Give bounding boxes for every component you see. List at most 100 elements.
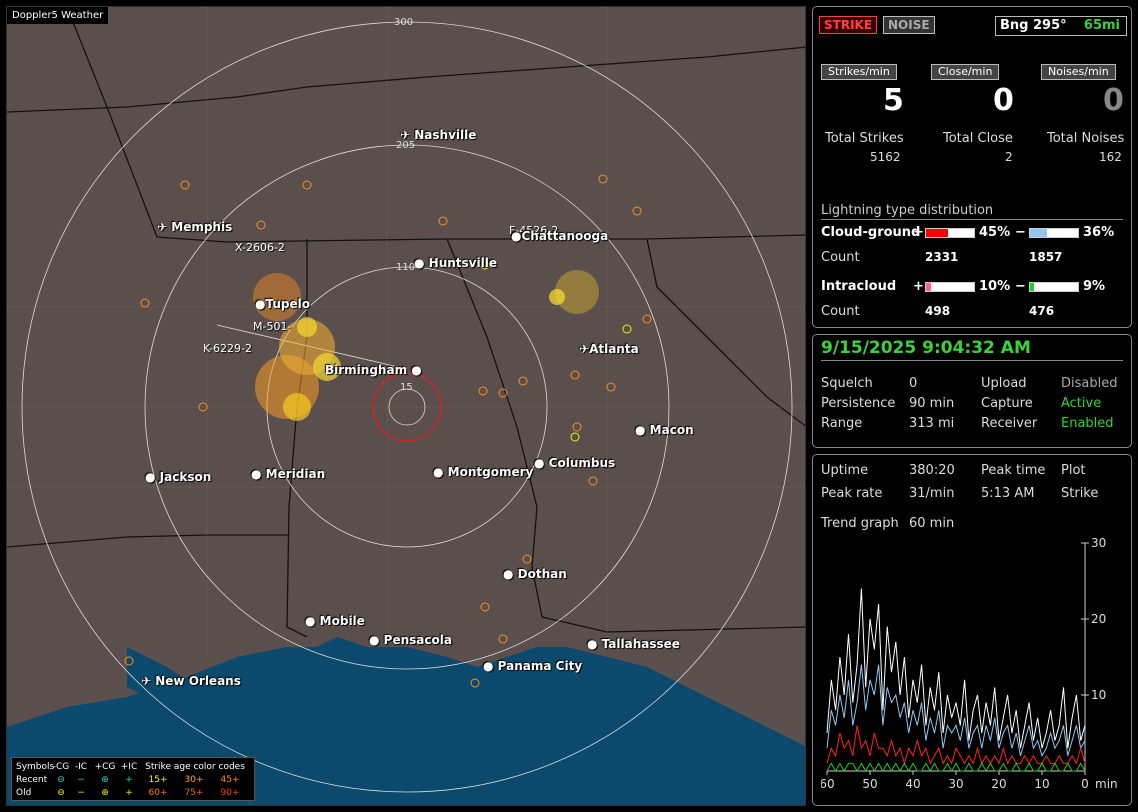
plot-value[interactable]: Strike bbox=[1061, 486, 1098, 501]
squelch-value: 0 bbox=[909, 376, 918, 391]
neg-ic-recent-icon: − bbox=[77, 774, 85, 785]
status-panel: 9/15/2025 9:04:32 AM Squelch 0 Upload Di… bbox=[812, 334, 1132, 448]
cloud-ground-label: Cloud-ground bbox=[821, 225, 921, 240]
minus-sign: − bbox=[1015, 279, 1026, 294]
strike-cluster-west bbox=[253, 273, 341, 421]
dot-icon: ● bbox=[511, 229, 522, 243]
cg-positive-count: 2331 bbox=[925, 250, 959, 264]
dot-icon: ● bbox=[251, 467, 262, 481]
app-window: Doppler5 Weather 300 205 110 15 X-2606-2… bbox=[0, 0, 1138, 812]
city-dothan: ● Dothan bbox=[503, 567, 567, 581]
persistence-value: 90 min bbox=[909, 396, 955, 411]
airport-icon: ✈ bbox=[141, 674, 152, 688]
storm-id-label: M-501- bbox=[253, 320, 292, 333]
airport-icon: ✈ bbox=[157, 220, 168, 234]
dot-icon: ● bbox=[587, 637, 598, 651]
cg-negative-fill bbox=[1030, 229, 1048, 237]
close-per-min-button[interactable]: Close/min bbox=[931, 64, 1000, 80]
legend-recent-label: Recent bbox=[16, 774, 48, 785]
dot-icon: ● bbox=[483, 659, 494, 673]
dot-icon: ● bbox=[433, 465, 444, 479]
legend-old-label: Old bbox=[16, 787, 32, 798]
capture-label: Capture bbox=[981, 396, 1033, 411]
city-meridian: ● Meridian bbox=[251, 467, 326, 481]
neg-ic-old-icon: − bbox=[77, 787, 85, 798]
radar-map[interactable]: Doppler5 Weather 300 205 110 15 X-2606-2… bbox=[6, 6, 806, 806]
ic-positive-percent: 10% bbox=[979, 279, 1011, 294]
city-atlanta: ✈Atlanta bbox=[579, 342, 639, 356]
city-pensacola: ● Pensacola bbox=[369, 633, 452, 647]
peak-time-value: 5:13 AM bbox=[981, 486, 1035, 501]
ic-positive-fill bbox=[926, 283, 931, 291]
cg-positive-fill bbox=[926, 229, 948, 237]
squelch-label: Squelch bbox=[821, 376, 873, 391]
plus-sign: + bbox=[913, 225, 924, 240]
dot-icon: ● bbox=[255, 297, 266, 311]
neg-cg-recent-icon: ⊖ bbox=[57, 774, 65, 785]
ic-negative-fill bbox=[1030, 283, 1035, 291]
upload-label: Upload bbox=[981, 376, 1027, 391]
city-tupelo: ●Tupelo bbox=[255, 297, 310, 311]
trend-graph-label: Trend graph bbox=[821, 516, 899, 531]
map-graphics bbox=[7, 7, 805, 805]
peak-rate-value: 31/min bbox=[909, 486, 955, 501]
total-close-value: 2 bbox=[1005, 150, 1013, 164]
x-tick-label: 50 bbox=[862, 777, 877, 791]
ic-count-label: Count bbox=[821, 304, 860, 319]
total-noises-value: 162 bbox=[1099, 150, 1122, 164]
dot-icon: ● bbox=[411, 363, 422, 377]
city-mobile: ● Mobile bbox=[305, 614, 365, 628]
range-value: 313 mi bbox=[909, 416, 955, 431]
dot-icon: ● bbox=[369, 633, 380, 647]
pos-cg-recent-icon: ⊕ bbox=[101, 774, 109, 785]
city-tallahassee: ● Tallahassee bbox=[587, 637, 680, 651]
app-title: Doppler5 Weather bbox=[7, 7, 109, 24]
trend-graph-value[interactable]: 60 min bbox=[909, 516, 954, 531]
intracloud-label: Intracloud bbox=[821, 279, 897, 294]
receiver-label: Receiver bbox=[981, 416, 1038, 431]
minus-sign: − bbox=[1015, 225, 1026, 240]
dot-icon: ● bbox=[145, 470, 156, 484]
divider bbox=[821, 360, 1123, 361]
legend-header-neg-cg: -CG bbox=[52, 761, 70, 772]
plot-label: Plot bbox=[1061, 463, 1086, 478]
cg-positive-percent: 45% bbox=[979, 225, 1011, 240]
y-tick-label: 20 bbox=[1091, 612, 1106, 626]
storm-id-label: K-6229-2 bbox=[203, 342, 252, 355]
legend-header-age: Strike age color codes bbox=[145, 761, 245, 772]
peak-rate-label: Peak rate bbox=[821, 486, 883, 501]
peak-time-label: Peak time bbox=[981, 463, 1046, 478]
cg-negative-bar bbox=[1029, 228, 1079, 238]
legend-header-pos-cg: +CG bbox=[94, 761, 116, 772]
upload-value: Disabled bbox=[1061, 376, 1118, 391]
strikes-per-min-value: 5 bbox=[883, 83, 904, 118]
bearing-value: Bng 295° bbox=[1000, 18, 1067, 33]
neg-cg-old-icon: ⊖ bbox=[57, 787, 65, 798]
age-75: 75+ bbox=[184, 787, 204, 798]
trend-panel: Uptime 380:20 Peak time Plot Peak rate 3… bbox=[812, 454, 1132, 806]
age-15: 15+ bbox=[148, 774, 168, 785]
strike-mode-button[interactable]: STRIKE bbox=[819, 16, 878, 34]
ring-label-300: 300 bbox=[394, 17, 414, 28]
ic-negative-bar bbox=[1029, 282, 1079, 292]
ring-label-15: 15 bbox=[400, 382, 413, 393]
dot-icon: ● bbox=[305, 614, 316, 628]
noise-mode-button[interactable]: NOISE bbox=[883, 16, 935, 34]
trend-chart: 30 20 10 60 50 40 30 20 10 0 min bbox=[821, 536, 1118, 791]
x-tick-label: 10 bbox=[1034, 777, 1049, 791]
cg-count-label: Count bbox=[821, 250, 860, 265]
ic-positive-bar bbox=[925, 282, 975, 292]
range-label: Range bbox=[821, 416, 863, 431]
total-noises-label: Total Noises bbox=[1047, 131, 1125, 146]
cg-positive-bar bbox=[925, 228, 975, 238]
city-new-orleans: ✈ New Orleans bbox=[141, 674, 241, 688]
strikes-per-min-button[interactable]: Strikes/min bbox=[821, 64, 897, 80]
dot-icon: ● bbox=[414, 256, 425, 270]
y-tick-label: 10 bbox=[1091, 688, 1106, 702]
range-value: 65mi bbox=[1083, 18, 1120, 33]
close-per-min-value: 0 bbox=[993, 83, 1014, 118]
city-nashville: ✈ Nashville bbox=[400, 128, 477, 142]
ic-negative-percent: 9% bbox=[1083, 279, 1106, 294]
dot-icon: ● bbox=[635, 423, 646, 437]
noises-per-min-button[interactable]: Noises/min bbox=[1041, 64, 1116, 80]
